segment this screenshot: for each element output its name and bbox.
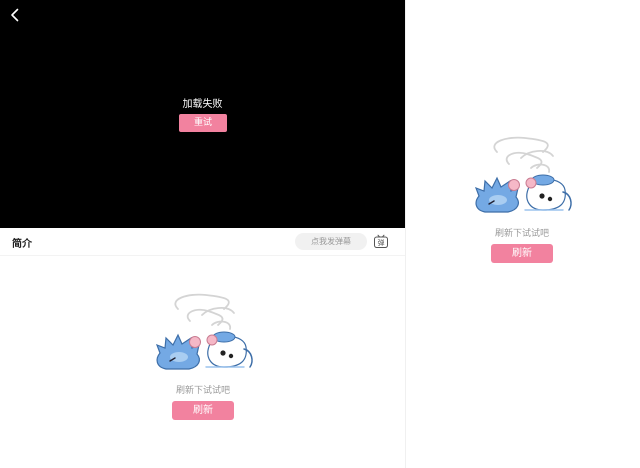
danmaku-toggle-icon: 弹 [374, 234, 388, 248]
empty-state-message: 刷新下试试吧 [494, 229, 549, 239]
tab-intro[interactable]: 简介 [12, 235, 32, 250]
sleeping-mascot-illustration [155, 293, 253, 370]
content-tab-bar: 简介 点我发弹幕 弹 [0, 228, 405, 256]
split-divider [405, 0, 406, 468]
sleeping-mascot-illustration [474, 136, 572, 213]
danmaku-toggle-button[interactable]: 弹 [373, 234, 389, 249]
load-failed-text: 加载失败 [182, 99, 223, 110]
retry-button[interactable]: 重试 [179, 114, 227, 132]
video-player[interactable]: 加载失败 重试 [0, 0, 405, 228]
intro-empty-state: 刷新下试试吧 刷新 [133, 287, 273, 420]
back-button[interactable] [4, 4, 26, 26]
back-arrow-icon [11, 8, 19, 22]
side-panel-empty-state: 刷新下试试吧 刷新 [460, 130, 584, 263]
danmaku-input[interactable]: 点我发弹幕 [295, 233, 367, 250]
refresh-button[interactable]: 刷新 [172, 401, 234, 420]
refresh-button[interactable]: 刷新 [491, 244, 553, 263]
danmaku-toggle-glyph: 弹 [378, 238, 385, 247]
empty-state-message: 刷新下试试吧 [175, 386, 230, 396]
